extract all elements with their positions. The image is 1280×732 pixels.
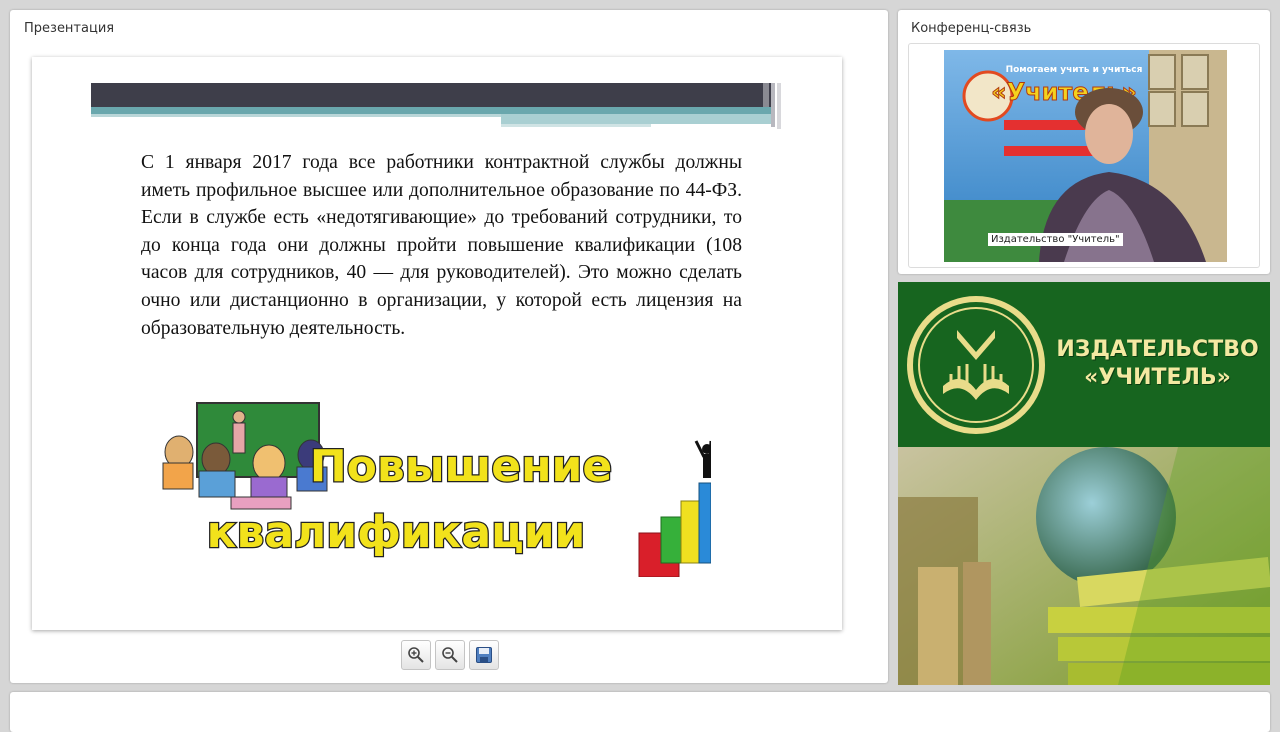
- speaker-video: Помогаем учить и учиться «Учитель»: [944, 50, 1227, 262]
- presentation-panel: Презентация С 1 января 2017 года все раб…: [10, 10, 888, 683]
- slide-body-text: С 1 января 2017 года все работники контр…: [141, 152, 742, 339]
- slide: С 1 января 2017 года все работники контр…: [32, 57, 842, 630]
- zoom-out-button[interactable]: [435, 640, 465, 670]
- presentation-panel-title: Презентация: [24, 21, 115, 36]
- banner-word-1: Повышение: [310, 441, 612, 492]
- bottom-panel: [10, 692, 1270, 732]
- save-icon: [476, 647, 492, 663]
- publisher-banner-header: ИЗДАТЕЛЬСТВО «УЧИТЕЛЬ»: [898, 282, 1270, 447]
- publisher-banner: ИЗДАТЕЛЬСТВО «УЧИТЕЛЬ»: [898, 282, 1270, 685]
- books-globe-image: [898, 447, 1270, 685]
- video-frame: Помогаем учить и учиться «Учитель» Издат…: [908, 43, 1260, 268]
- publisher-name: ИЗДАТЕЛЬСТВО «УЧИТЕЛЬ»: [1050, 336, 1265, 392]
- conference-panel-title: Конференц-связь: [911, 21, 1032, 36]
- publisher-name-line2: «УЧИТЕЛЬ»: [1084, 365, 1231, 390]
- slide-header-bar: [91, 83, 781, 129]
- video-stream[interactable]: Помогаем учить и учиться «Учитель»: [944, 50, 1227, 262]
- poster-slogan: Помогаем учить и учиться: [1006, 65, 1143, 75]
- save-button[interactable]: [469, 640, 499, 670]
- zoom-in-button[interactable]: [401, 640, 431, 670]
- conference-panel: Конференц-связь Помогаем учить и учиться…: [898, 10, 1270, 274]
- zoom-in-icon: [408, 647, 424, 663]
- speaker-name-label: Издательство "Учитель": [988, 233, 1123, 246]
- zoom-out-icon: [442, 647, 458, 663]
- publisher-name-line1: ИЗДАТЕЛЬСТВО: [1056, 337, 1259, 362]
- publisher-logo-icon: [907, 296, 1045, 434]
- banner-word-2: квалификации: [207, 507, 586, 558]
- qualification-illustration: Повышение квалификации: [162, 402, 711, 577]
